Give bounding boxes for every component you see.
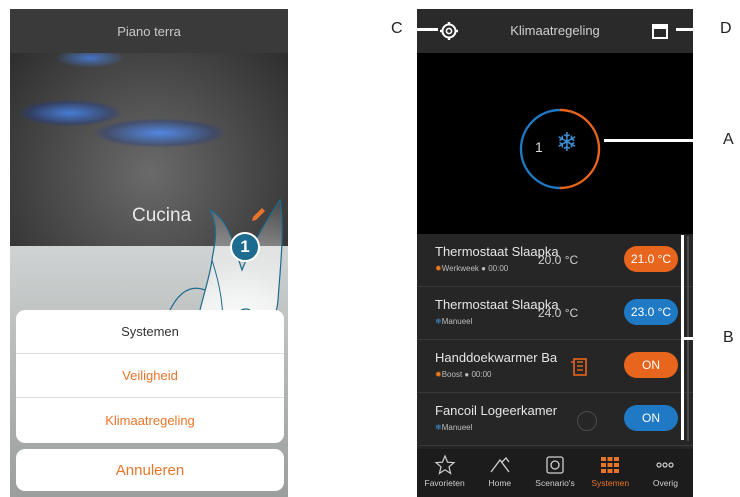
callout-b-bracket: [681, 235, 684, 440]
device-time: 00:00: [471, 370, 492, 379]
sun-icon: ✹: [435, 264, 442, 273]
device-status: ✹Werkweek ● 00:00: [435, 264, 508, 273]
toggle-button[interactable]: ON: [624, 405, 678, 431]
callout-c-line-end: [409, 25, 412, 28]
callout-c: C: [391, 20, 403, 37]
setpoint-button[interactable]: 21.0 °C: [624, 246, 678, 272]
device-mode: Manueel: [441, 423, 473, 432]
step-number-badge: 1: [230, 232, 260, 262]
bottom-nav: Favorieten Home Scenario's Systemen Over…: [417, 449, 693, 497]
fan-icon: [577, 411, 597, 431]
nav-systemen[interactable]: Systemen: [583, 449, 638, 497]
device-mode: Werkweek: [441, 264, 479, 273]
scenario-icon: [546, 456, 564, 474]
left-title: Piano terra: [117, 23, 181, 39]
menu-card: Systemen Veiligheid Klimaatregeling: [16, 310, 284, 443]
towel-warmer-icon: [571, 358, 587, 376]
menu-item-systemen[interactable]: Systemen: [16, 310, 284, 354]
clock-icon: ●: [464, 370, 470, 379]
star-icon: [434, 454, 456, 475]
sun-icon: ✹: [435, 370, 442, 379]
device-temperature: 20.0 °C: [538, 253, 579, 267]
menu-item-veiligheid[interactable]: Veiligheid: [16, 354, 284, 398]
toggle-button[interactable]: ON: [624, 352, 678, 378]
grid-icon: [601, 457, 620, 473]
nav-favorieten[interactable]: Favorieten: [417, 449, 472, 497]
cancel-button[interactable]: Annuleren: [16, 449, 284, 491]
mode-number: 1: [535, 139, 543, 155]
callout-b: B: [723, 329, 734, 346]
nav-label: Home: [488, 478, 512, 488]
callout-b-line: [681, 337, 719, 340]
device-status: ❄Manueel: [435, 317, 472, 326]
callout-d-line: [676, 28, 718, 31]
snowflake-icon: ❄: [435, 317, 442, 326]
nav-label: Systemen: [591, 478, 630, 488]
nav-home[interactable]: Home: [472, 449, 527, 497]
device-row[interactable]: Thermostaat Slaapka ✹Werkweek ● 00:00 20…: [417, 234, 693, 287]
device-row[interactable]: Thermostaat Slaapka ❄Manueel 24.0 °C 23.…: [417, 287, 693, 340]
right-phone-screen: Klimaatregeling 1 ❄ Thermostaat Slaapka …: [417, 9, 693, 497]
gear-icon[interactable]: [439, 21, 459, 41]
callout-c-line: [406, 28, 438, 31]
callout-a-line: [604, 139, 718, 142]
device-row[interactable]: Handdoekwarmer Ba ✹Boost ● 00:00 ON: [417, 340, 693, 393]
device-temperature: 24.0 °C: [538, 306, 579, 320]
device-time: 00:00: [488, 264, 509, 273]
more-icon: [656, 462, 675, 468]
home-icon: [490, 457, 510, 473]
device-row[interactable]: Fancoil Logeerkamer ❄Manueel ON: [417, 393, 693, 446]
device-status: ✹Boost ● 00:00: [435, 370, 492, 379]
device-mode: Boost: [441, 370, 463, 379]
nav-label: Overig: [652, 478, 678, 488]
nav-overig[interactable]: Overig: [638, 449, 693, 497]
snowflake-icon: ❄: [435, 423, 442, 432]
device-name: Handdoekwarmer Ba: [435, 350, 558, 365]
menu-item-klimaatregeling[interactable]: Klimaatregeling: [16, 398, 284, 442]
clock-icon: ●: [481, 264, 486, 273]
nav-label: Scenario's: [535, 478, 575, 488]
snowflake-icon: ❄: [556, 127, 578, 157]
calendar-icon[interactable]: [651, 22, 669, 40]
nav-scenarios[interactable]: Scenario's: [527, 449, 582, 497]
device-list: Thermostaat Slaapka ✹Werkweek ● 00:00 20…: [417, 234, 693, 449]
device-status: ❄Manueel: [435, 423, 472, 432]
callout-a: A: [723, 131, 734, 148]
callout-d: D: [720, 20, 732, 37]
nav-label: Favorieten: [424, 478, 465, 488]
device-mode: Manueel: [441, 317, 473, 326]
device-name: Fancoil Logeerkamer: [435, 403, 558, 418]
setpoint-button[interactable]: 23.0 °C: [624, 299, 678, 325]
left-header: Piano terra: [10, 9, 288, 53]
